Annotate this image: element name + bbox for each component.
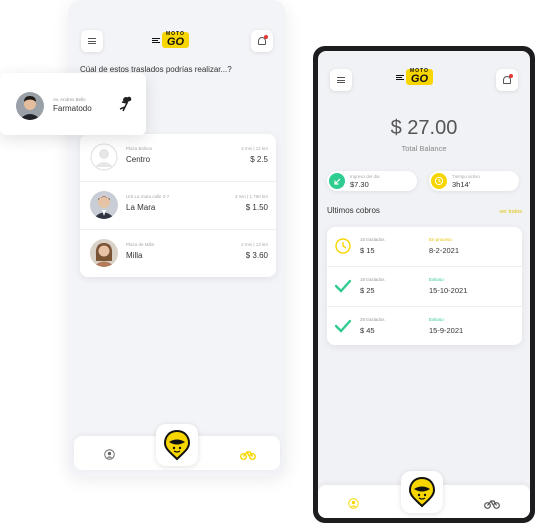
avatar: [90, 191, 118, 219]
active-time-stat: Tiempo activo 3h14': [429, 171, 519, 191]
front-phone: MOTO GO $ 27.00 Total Balance Ingreso de…: [313, 46, 535, 523]
brand-logo: MOTO GO: [396, 69, 433, 85]
balance-amount: $ 27.00: [390, 117, 458, 139]
motogo-helmet-icon: [408, 476, 436, 508]
payment-item[interactable]: 28 traslados $ 45 Exitoso 15-9-2021: [327, 307, 522, 346]
avatar: [90, 239, 118, 267]
user-icon[interactable]: [348, 496, 359, 514]
motorcycle-icon[interactable]: [240, 447, 256, 465]
motorcycle-icon[interactable]: [484, 496, 500, 514]
user-icon[interactable]: [104, 447, 115, 465]
section-title: Ultimos cobros: [327, 206, 380, 215]
trip-list: Plaza Bolivar Centro 3 min | 12 km $ 2.5…: [80, 134, 276, 277]
app-showcase: MOTO GO Cúal de estos traslados podrías …: [0, 0, 536, 526]
home-button[interactable]: [401, 471, 443, 513]
home-button[interactable]: [156, 424, 198, 466]
checkmark-icon: [334, 277, 352, 295]
trip-item[interactable]: Urb.La mara calle 3-7 La Mara 3 min | 1.…: [80, 182, 276, 228]
trip-item[interactable]: Plaza de Milla Milla 2 min | 13 km $ 3.6…: [80, 230, 276, 276]
clock-icon: [334, 237, 352, 255]
motogo-helmet-icon: [163, 429, 191, 461]
payment-item[interactable]: 18 traslados $ 25 Exitoso 15-10-2021: [327, 267, 522, 306]
menu-button[interactable]: [81, 30, 103, 52]
arrow-down-left-icon: [329, 173, 345, 189]
payment-item[interactable]: 15 traslados $ 15 En proceso 8-2-2021: [327, 227, 522, 266]
bottom-nav: [318, 471, 530, 518]
selected-trip-popup[interactable]: Av. Andres Bello Farmatodo: [0, 73, 146, 135]
trip-item[interactable]: Plaza Bolivar Centro 3 min | 12 km $ 2.5: [80, 134, 276, 180]
back-phone: MOTO GO Cúal de estos traslados podrías …: [68, 0, 286, 476]
notification-button[interactable]: [251, 30, 273, 52]
balance-label: Total Balance: [401, 144, 447, 153]
menu-icon: [337, 77, 345, 83]
brand-logo: MOTO GO: [152, 32, 189, 48]
income-stat: Ingreso del dia $7.30: [327, 171, 417, 191]
see-all-link[interactable]: ver todos: [499, 209, 522, 215]
bell-icon: [503, 74, 513, 84]
rider-icon: [117, 96, 133, 117]
menu-icon: [88, 38, 96, 44]
notification-button[interactable]: [496, 69, 518, 91]
header: MOTO GO: [68, 0, 286, 60]
menu-button[interactable]: [330, 69, 352, 91]
bottom-nav: [74, 424, 280, 470]
checkmark-icon: [334, 317, 352, 335]
clock-icon: [431, 173, 447, 189]
bell-icon: [258, 35, 268, 45]
balance-screen: MOTO GO $ 27.00 Total Balance Ingreso de…: [318, 51, 530, 518]
payments-list: 15 traslados $ 15 En proceso 8-2-2021 18…: [327, 227, 522, 345]
avatar: [16, 92, 44, 120]
avatar: [90, 143, 118, 171]
